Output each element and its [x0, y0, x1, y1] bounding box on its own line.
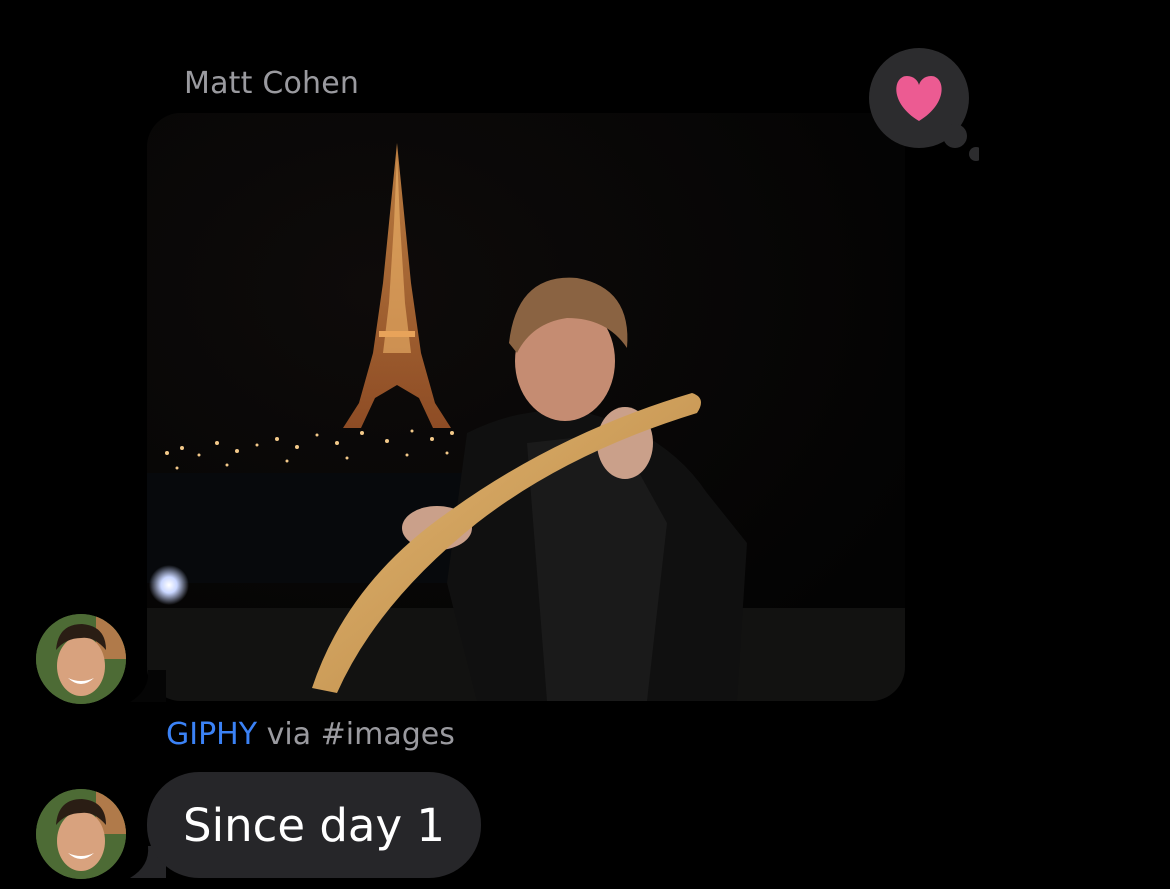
tapback-reaction[interactable]	[869, 48, 983, 163]
avatar-photo	[36, 614, 126, 704]
gif-scene-illustration	[147, 113, 905, 701]
giphy-link[interactable]: GIPHY	[166, 717, 257, 752]
avatar-photo	[36, 789, 126, 879]
heart-icon	[869, 48, 983, 161]
gif-bubble-tail	[130, 670, 166, 702]
avatar[interactable]	[36, 789, 126, 879]
avatar[interactable]	[36, 614, 126, 704]
gif-image[interactable]	[147, 113, 905, 701]
gif-attribution: GIPHY via #images	[166, 717, 455, 752]
sender-name: Matt Cohen	[184, 66, 360, 101]
via-text: via #images	[266, 717, 455, 752]
message-bubble[interactable]: Since day 1	[147, 772, 482, 878]
message-text: Since day 1	[183, 798, 446, 852]
